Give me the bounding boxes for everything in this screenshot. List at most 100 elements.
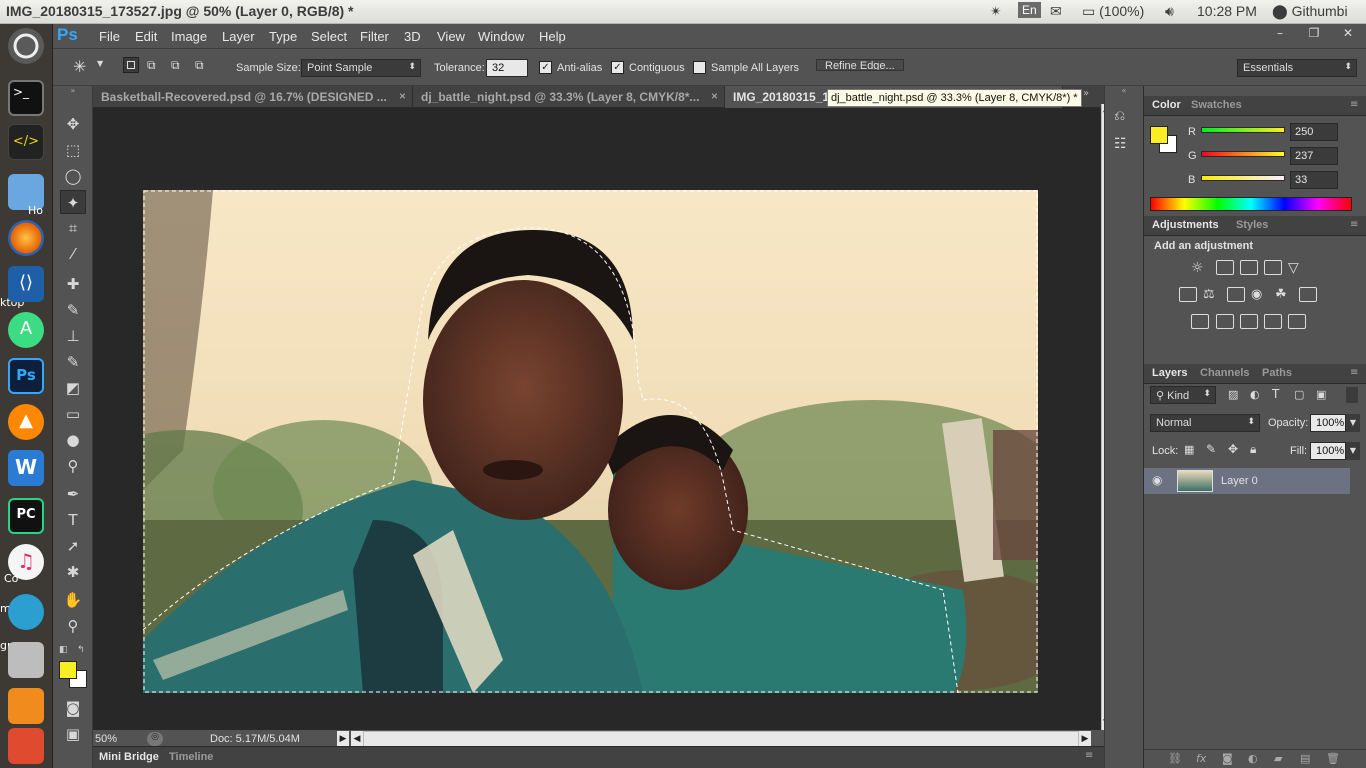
tab-paths[interactable]: Paths	[1262, 367, 1292, 379]
gradient-tool-icon[interactable]: ▭	[60, 402, 86, 426]
zoom-tool-icon[interactable]: ⚲	[60, 614, 86, 638]
quick-mask-icon[interactable]: ◙	[60, 696, 86, 720]
layer-kind-filter[interactable]: ⚲ Kind ⬍	[1150, 386, 1216, 404]
magic-wand-tool-icon[interactable]: ✦	[60, 190, 86, 214]
g-slider[interactable]	[1201, 151, 1285, 157]
default-colors-icon[interactable]: ◧	[59, 645, 71, 655]
adjustment-layer-icon[interactable]: ◐	[1248, 752, 1258, 765]
pen-tool-icon[interactable]: ✒	[60, 482, 86, 506]
gradient-map-icon[interactable]	[1288, 314, 1306, 329]
history-brush-tool-icon[interactable]: ✎	[60, 350, 86, 374]
drive-icon[interactable]	[8, 642, 44, 678]
preset-dropdown-icon[interactable]: ▼	[97, 59, 103, 68]
tab-timeline[interactable]: Timeline	[169, 751, 213, 763]
pycharm-icon[interactable]: PC	[8, 498, 44, 534]
horizontal-scrollbar[interactable]	[363, 731, 1079, 747]
firefox-icon[interactable]	[8, 220, 44, 256]
vscode-icon[interactable]: ⟨⟩	[8, 266, 44, 302]
selective-color-icon[interactable]	[1264, 314, 1282, 329]
trash-icon[interactable]: 🗑︎	[1326, 752, 1340, 765]
invert-icon[interactable]	[1191, 314, 1209, 329]
filter-type-icon[interactable]: T	[1272, 387, 1279, 401]
status-info-icon[interactable]: ◎	[147, 732, 163, 746]
history-panel-icon[interactable]: ⎌	[1114, 108, 1134, 128]
menu-layer[interactable]: Layer	[222, 29, 255, 44]
properties-panel-icon[interactable]: ☷	[1114, 136, 1134, 156]
mail-icon[interactable]: ✉	[1050, 3, 1062, 20]
close-button[interactable]: ✕	[1331, 24, 1365, 44]
blur-tool-icon[interactable]: ●	[60, 428, 86, 452]
posterize-icon[interactable]	[1216, 314, 1234, 329]
menu-edit[interactable]: Edit	[135, 29, 157, 44]
lock-position-icon[interactable]: ✥	[1228, 442, 1238, 456]
menu-3d[interactable]: 3D	[404, 29, 421, 44]
vibrance-icon[interactable]: ▽	[1288, 260, 1306, 276]
tab-overflow-icon[interactable]: »	[1083, 88, 1089, 99]
code-editor-icon[interactable]: </>	[8, 124, 44, 160]
new-layer-icon[interactable]: ▤	[1300, 752, 1310, 765]
hand-tool-icon[interactable]: ✋	[60, 588, 86, 612]
link-layers-icon[interactable]: ⛓	[1168, 752, 1182, 765]
lock-transparent-icon[interactable]: ▦	[1184, 443, 1194, 456]
custom-shape-tool-icon[interactable]: ✱	[60, 560, 86, 584]
layer-style-icon[interactable]: fx	[1196, 752, 1206, 765]
android-studio-icon[interactable]: A	[8, 312, 44, 348]
image-canvas[interactable]	[143, 190, 1038, 693]
filter-pixel-icon[interactable]: ▨	[1228, 388, 1238, 401]
new-group-icon[interactable]: ▰	[1274, 752, 1282, 765]
filter-smart-object-icon[interactable]: ▣	[1316, 388, 1326, 401]
workspace-select[interactable]: Essentials ⬍	[1237, 59, 1357, 77]
collapse-dock-icon[interactable]: «	[1107, 86, 1141, 96]
color-lookup-icon[interactable]	[1299, 287, 1317, 302]
panel-menu-icon[interactable]: ≡	[1085, 750, 1093, 761]
dodge-tool-icon[interactable]: ⚲	[60, 454, 86, 478]
tab-dj-battle-night[interactable]: dj_battle_night.psd @ 33.3% (Layer 8, CM…	[413, 86, 725, 108]
healing-brush-tool-icon[interactable]: ✚	[60, 272, 86, 296]
channel-mixer-icon[interactable]: ☘	[1275, 287, 1293, 302]
marquee-tool-icon[interactable]: ⬚	[60, 138, 86, 162]
refine-edge-button[interactable]: Refine Edge...	[816, 59, 904, 71]
menu-filter[interactable]: Filter	[360, 29, 389, 44]
menu-select[interactable]: Select	[311, 29, 347, 44]
opacity-input[interactable]: 100%	[1310, 414, 1346, 432]
tolerance-input[interactable]: 32	[486, 59, 528, 77]
brush-tool-icon[interactable]: ✎	[60, 298, 86, 322]
software-center-icon[interactable]	[8, 728, 44, 764]
path-selection-tool-icon[interactable]: ➚	[60, 534, 86, 558]
magic-wand-preset-icon[interactable]: ✳	[73, 57, 86, 76]
dash-icon[interactable]	[8, 28, 44, 64]
clock[interactable]: 10:28 PM	[1197, 3, 1257, 19]
usb-icon[interactable]	[8, 688, 44, 724]
battery-indicator[interactable]: ▭ (100%)	[1082, 3, 1144, 20]
color-ramp[interactable]	[1150, 197, 1352, 211]
zoom-level[interactable]: 50%	[95, 733, 117, 745]
tab-adjustments[interactable]: Adjustments	[1152, 219, 1219, 231]
filter-toggle[interactable]	[1346, 387, 1358, 403]
blend-mode-select[interactable]: Normal ⬍	[1150, 414, 1260, 432]
type-tool-icon[interactable]: T	[60, 508, 86, 532]
opacity-dropdown-icon[interactable]: ▼	[1346, 414, 1360, 432]
tab-swatches[interactable]: Swatches	[1191, 99, 1242, 111]
g-value[interactable]: 237	[1290, 147, 1338, 165]
screen-mode-icon[interactable]: ▣	[60, 722, 86, 746]
lock-pixels-icon[interactable]: ✎	[1206, 442, 1216, 456]
add-mask-icon[interactable]: ◙	[1222, 752, 1233, 765]
move-tool-icon[interactable]: ✥	[60, 112, 86, 136]
layer-row[interactable]: ◉ Layer 0	[1144, 468, 1350, 494]
contiguous-checkbox[interactable]: ✓	[611, 61, 624, 74]
b-slider[interactable]	[1201, 175, 1285, 181]
exposure-icon[interactable]	[1264, 260, 1282, 275]
vlc-icon[interactable]: ▲	[8, 404, 44, 440]
collapse-toolbox-icon[interactable]: »	[56, 86, 90, 96]
levels-icon[interactable]	[1216, 260, 1234, 275]
layer-name[interactable]: Layer 0	[1221, 475, 1258, 487]
menu-window[interactable]: Window	[478, 29, 524, 44]
crop-tool-icon[interactable]: ⌗	[60, 216, 86, 240]
intersect-selection-icon[interactable]: ⧉	[195, 58, 209, 72]
tab-layers[interactable]: Layers	[1152, 367, 1187, 379]
swap-colors-icon[interactable]: ↰	[77, 645, 89, 655]
keyboard-indicator[interactable]: En	[1018, 2, 1041, 18]
eye-icon[interactable]: ◉	[1152, 473, 1162, 487]
menu-file[interactable]: File	[99, 29, 120, 44]
terminal-icon[interactable]: >_	[8, 80, 44, 116]
